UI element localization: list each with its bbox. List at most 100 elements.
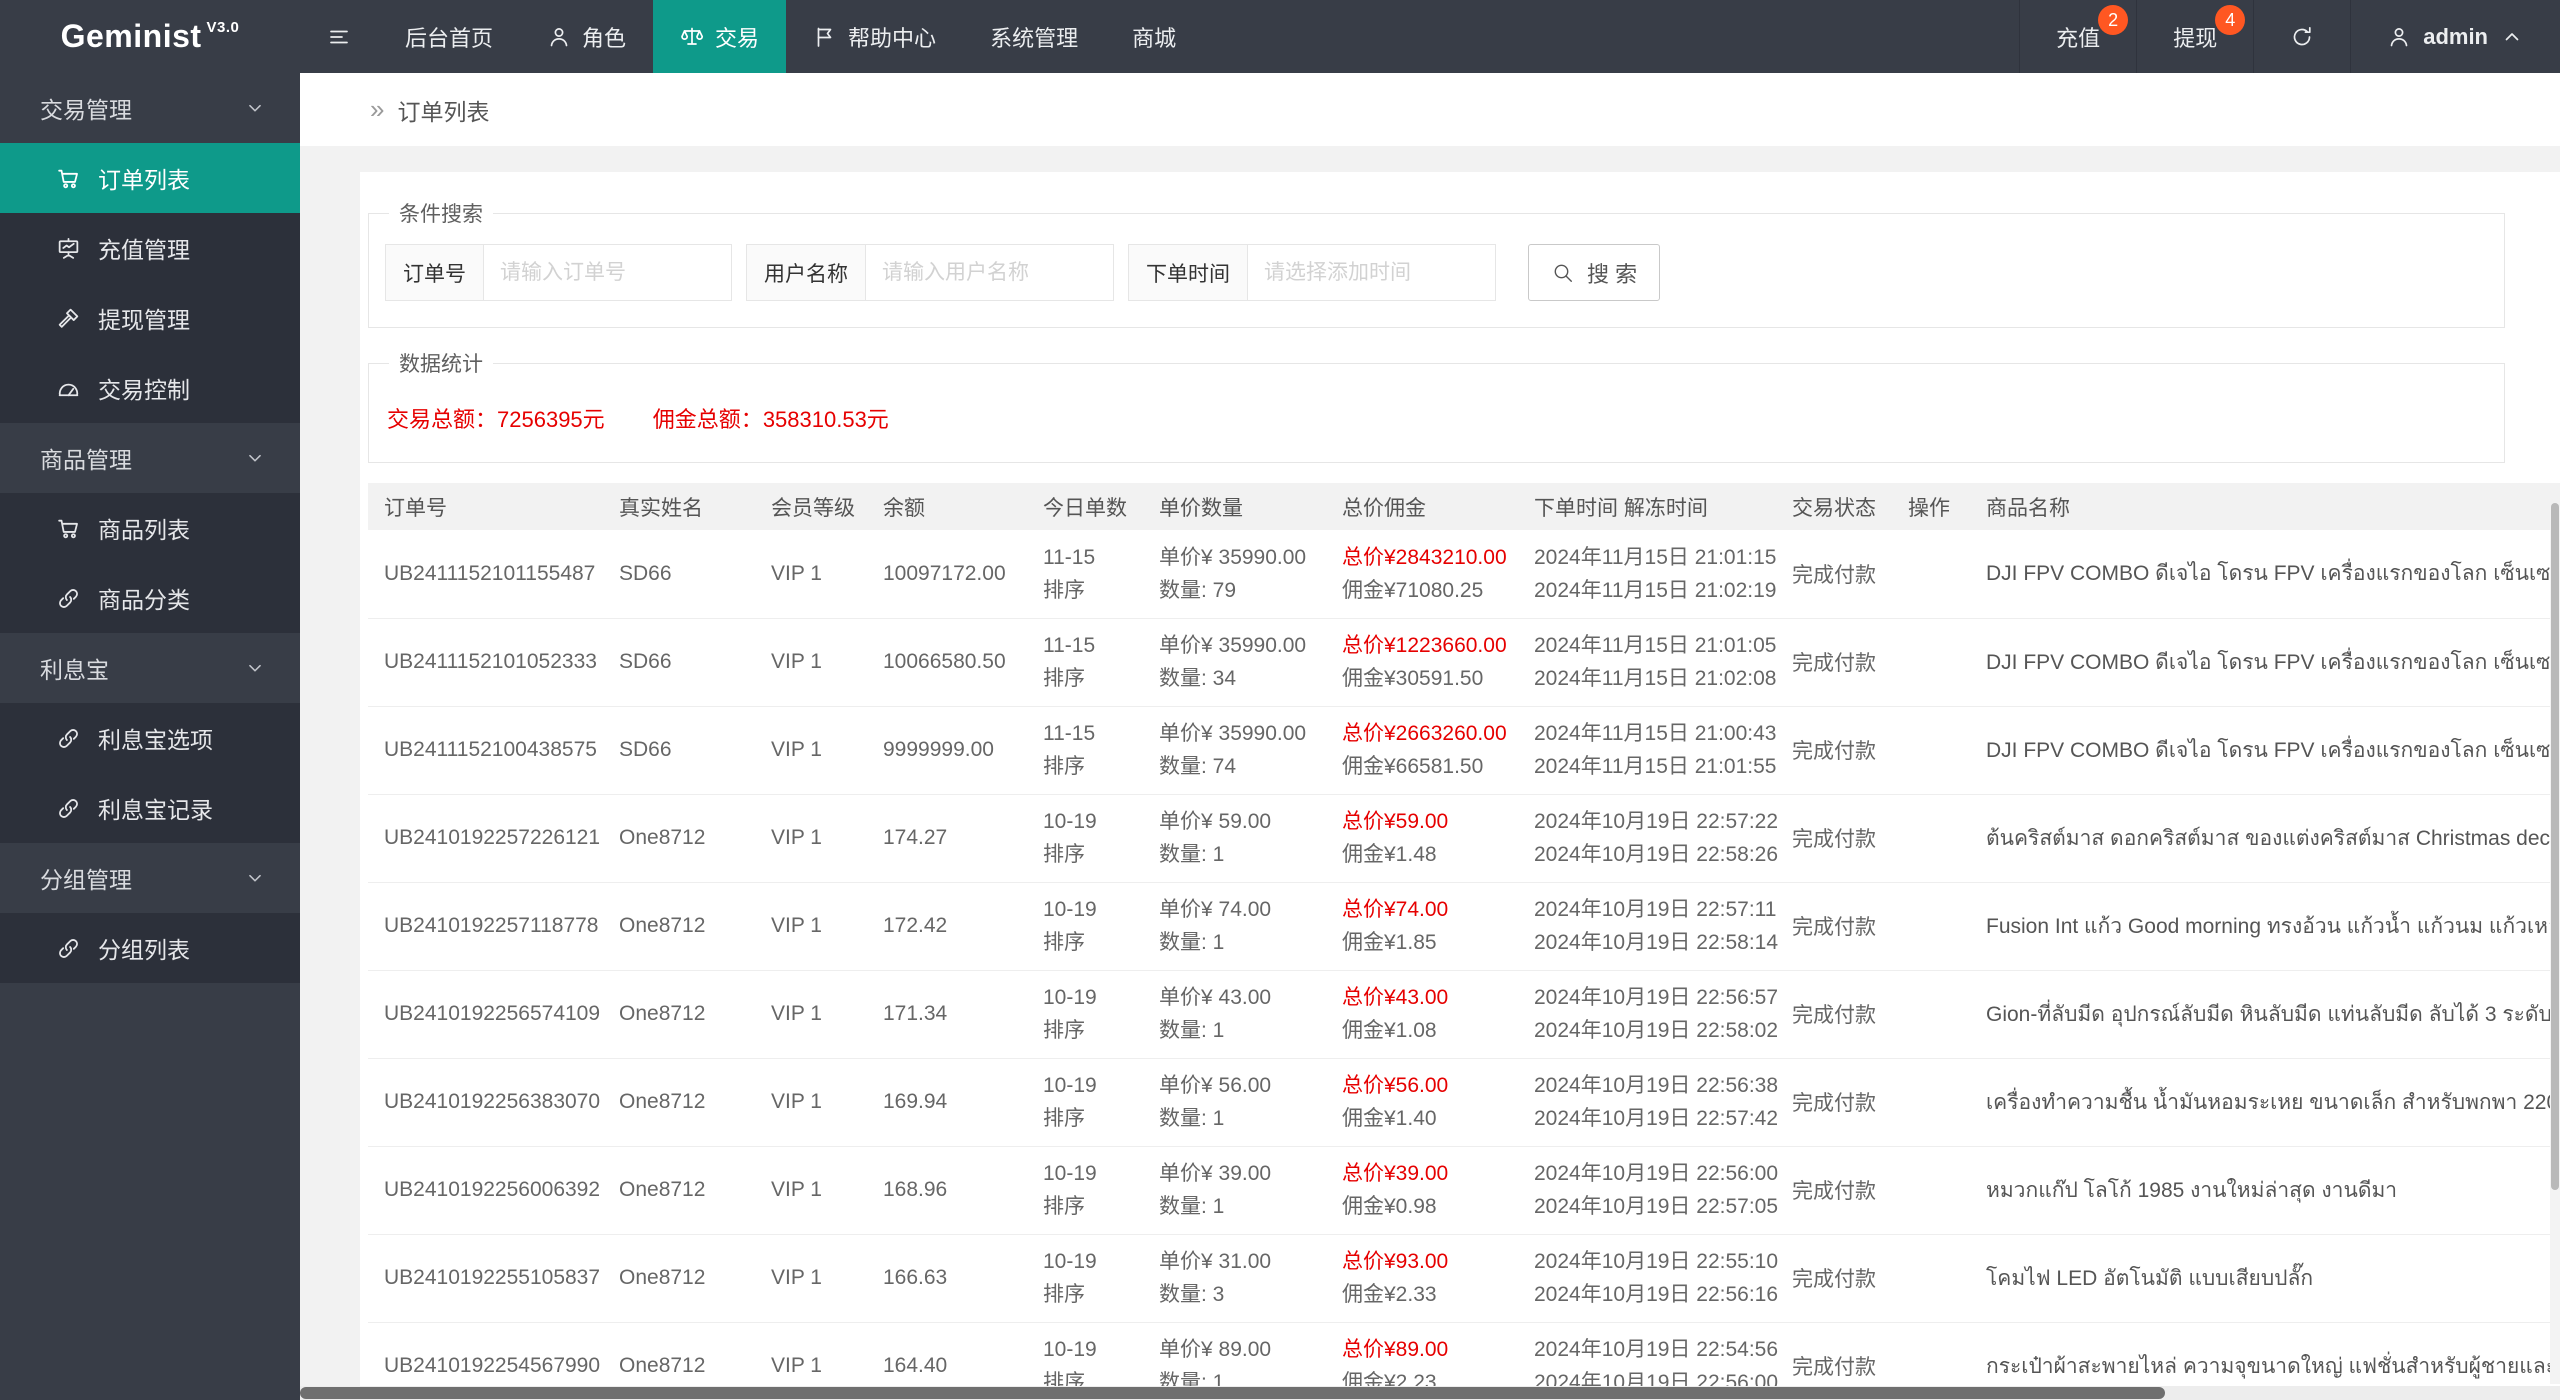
order-no-cell: UB2410192256383070 bbox=[368, 1058, 603, 1147]
chevron-down-icon bbox=[244, 867, 266, 889]
sidebar-item-label: 交易控制 bbox=[98, 377, 190, 403]
vertical-scrollbar-thumb[interactable] bbox=[2551, 503, 2559, 1191]
commission: 佣金¥0.98 bbox=[1342, 1195, 1437, 1218]
level-cell: VIP 1 bbox=[755, 706, 867, 795]
order-time: 2024年10月19日 22:57:11 bbox=[1534, 898, 1777, 921]
sidebar-item-lixibao-records[interactable]: 利息宝记录 bbox=[0, 773, 300, 843]
sidebar-item-order-list[interactable]: 订单列表 bbox=[0, 143, 300, 213]
nav-item-home[interactable]: 后台首页 bbox=[378, 0, 520, 73]
time-cell: 2024年10月19日 22:55:10 2024年10月19日 22:56:16 bbox=[1518, 1234, 1779, 1323]
menu-toggle-button[interactable] bbox=[300, 0, 378, 73]
user-name-input[interactable] bbox=[866, 245, 1113, 300]
nav-item-recharge[interactable]: 充值 2 bbox=[2019, 0, 2136, 73]
table-row: UB2410192256006392 One8712 VIP 1 168.96 10-1… bbox=[368, 1146, 2560, 1235]
real-name-cell: SD66 bbox=[603, 706, 755, 795]
sidebar-item-trade-control[interactable]: 交易控制 bbox=[0, 353, 300, 423]
nav-item-withdraw[interactable]: 提现 4 bbox=[2136, 0, 2253, 73]
day-count-cell: 11-15 排序 bbox=[1027, 618, 1143, 707]
order-no-input[interactable] bbox=[484, 245, 731, 300]
time-cell: 2024年11月15日 21:00:43 2024年11月15日 21:01:55 bbox=[1518, 706, 1777, 795]
order-no-cell: UB2411152100438575 bbox=[368, 706, 603, 795]
column-header: 今日单数 bbox=[1027, 483, 1143, 530]
nav-item-system[interactable]: 系统管理 bbox=[963, 0, 1105, 73]
day-count-cell: 10-19 排序 bbox=[1027, 882, 1143, 971]
nav-item-help[interactable]: 帮助中心 bbox=[786, 0, 963, 73]
sidebar-item-group-list[interactable]: 分组列表 bbox=[0, 913, 300, 983]
level-cell: VIP 1 bbox=[755, 882, 867, 971]
horizontal-scrollbar-thumb[interactable] bbox=[300, 1387, 2165, 1399]
sidebar-item-recharge-mgmt[interactable]: 充值管理 bbox=[0, 213, 300, 283]
order-time: 2024年10月19日 22:56:57 bbox=[1534, 986, 1779, 1009]
nav-item-label: admin bbox=[2423, 23, 2488, 49]
sidebar-group-goods-mgmt[interactable]: 商品管理 bbox=[0, 423, 300, 493]
stats-line: 交易总额：7256395元 佣金总额：358310.53元 bbox=[387, 402, 2504, 434]
sidebar-item-goods-list[interactable]: 商品列表 bbox=[0, 493, 300, 563]
time-cell: 2024年10月19日 22:56:57 2024年10月19日 22:58:02 bbox=[1518, 970, 1779, 1059]
status-cell: 完成付款 bbox=[1776, 1058, 1892, 1147]
sidebar-item-goods-category[interactable]: 商品分类 bbox=[0, 563, 300, 633]
unit-price: 单价¥ 31.00 bbox=[1159, 1250, 1272, 1273]
sort-label: 排序 bbox=[1043, 931, 1085, 954]
column-header: 真实姓名 bbox=[603, 483, 755, 530]
sidebar-group-trade-mgmt[interactable]: 交易管理 bbox=[0, 73, 300, 143]
nav-item-admin[interactable]: admin bbox=[2350, 0, 2560, 73]
balance-cell: 10066580.50 bbox=[867, 618, 1027, 707]
balance-cell: 168.96 bbox=[867, 1146, 1027, 1235]
order-time-field-group: 下单时间 bbox=[1128, 244, 1496, 301]
level-cell: VIP 1 bbox=[755, 970, 867, 1059]
nav-item-mall[interactable]: 商城 bbox=[1105, 0, 1203, 73]
gauge-icon bbox=[56, 376, 81, 401]
real-name-cell: One8712 bbox=[603, 1058, 755, 1147]
unit-price: 单价¥ 39.00 bbox=[1159, 1162, 1272, 1185]
order-time-input[interactable] bbox=[1248, 245, 1495, 300]
app-logo: Geminist V3.0 bbox=[0, 0, 300, 73]
search-button[interactable]: 搜 索 bbox=[1528, 244, 1661, 301]
commission: 佣金¥1.48 bbox=[1342, 843, 1437, 866]
total-price: 总价¥89.00 bbox=[1342, 1338, 1449, 1361]
sidebar-item-lixibao-options[interactable]: 利息宝选项 bbox=[0, 703, 300, 773]
quantity: 数量: 1 bbox=[1159, 843, 1225, 866]
commission: 佣金¥1.40 bbox=[1342, 1107, 1437, 1130]
unit-price-qty-cell: 单价¥ 35990.00 数量: 79 bbox=[1143, 530, 1326, 619]
navbar-right: 充值 2 提现 4 admin bbox=[2019, 0, 2560, 73]
user-name-field-label: 用户名称 bbox=[747, 245, 866, 300]
sidebar-group-group-mgmt[interactable]: 分组管理 bbox=[0, 843, 300, 913]
time-cell: 2024年11月15日 21:01:15 2024年11月15日 21:02:19 bbox=[1518, 530, 1776, 619]
commission: 佣金¥30591.50 bbox=[1342, 667, 1484, 690]
level-cell: VIP 1 bbox=[755, 794, 867, 883]
total-price: 总价¥39.00 bbox=[1342, 1162, 1449, 1185]
unit-price-qty-cell: 单价¥ 31.00 数量: 3 bbox=[1143, 1234, 1326, 1323]
product-name-cell: ต้นคริสต์มาส ดอกคริสต์มาส ของแต่งคริสต์ม… bbox=[1970, 794, 2560, 883]
sidebar-item-withdraw-mgmt[interactable]: 提现管理 bbox=[0, 283, 300, 353]
nav-item-trade[interactable]: 交易 bbox=[653, 0, 787, 73]
total-price: 总价¥59.00 bbox=[1342, 810, 1449, 833]
nav-item-roles[interactable]: 角色 bbox=[520, 0, 653, 73]
sidebar-item-label: 利息宝记录 bbox=[98, 797, 213, 823]
unfreeze-time: 2024年10月19日 22:57:05 bbox=[1534, 1195, 1779, 1218]
table-row: UB2411152101155487 SD66 VIP 1 10097172.00 11… bbox=[368, 530, 2560, 619]
unfreeze-time: 2024年10月19日 22:56:16 bbox=[1534, 1283, 1779, 1306]
action-cell bbox=[1892, 706, 1970, 795]
day-date: 10-19 bbox=[1043, 810, 1097, 833]
person-icon bbox=[547, 25, 571, 49]
order-time: 2024年11月15日 21:00:43 bbox=[1534, 722, 1777, 745]
real-name-cell: One8712 bbox=[603, 882, 755, 971]
time-cell: 2024年10月19日 22:56:38 2024年10月19日 22:57:42 bbox=[1518, 1058, 1778, 1147]
level-cell: VIP 1 bbox=[755, 1146, 867, 1235]
app-version: V3.0 bbox=[206, 19, 240, 36]
status-cell: 完成付款 bbox=[1776, 618, 1892, 707]
balance-cell: 169.94 bbox=[867, 1058, 1027, 1147]
link-icon bbox=[56, 936, 81, 961]
status-cell: 完成付款 bbox=[1776, 794, 1892, 883]
day-date: 10-19 bbox=[1043, 1162, 1097, 1185]
unfreeze-time: 2024年11月15日 21:02:08 bbox=[1534, 667, 1777, 690]
unfreeze-time: 2024年10月19日 22:58:02 bbox=[1534, 1019, 1779, 1042]
refresh-button[interactable] bbox=[2253, 0, 2350, 73]
order-no-cell: UB2410192256574109 bbox=[368, 970, 603, 1059]
order-time: 2024年10月19日 22:56:00 bbox=[1534, 1162, 1779, 1185]
sidebar-group-lixibao[interactable]: 利息宝 bbox=[0, 633, 300, 703]
sidebar-panel-goods-mgmt: 商品列表 商品分类 bbox=[0, 493, 300, 633]
unit-price-qty-cell: 单价¥ 43.00 数量: 1 bbox=[1143, 970, 1326, 1059]
unit-price-qty-cell: 单价¥ 74.00 数量: 1 bbox=[1143, 882, 1326, 971]
product-name-cell: เครื่องทำความชื้น น้ำมันหอมระเหย ขนาดเล็… bbox=[1970, 1058, 2560, 1147]
